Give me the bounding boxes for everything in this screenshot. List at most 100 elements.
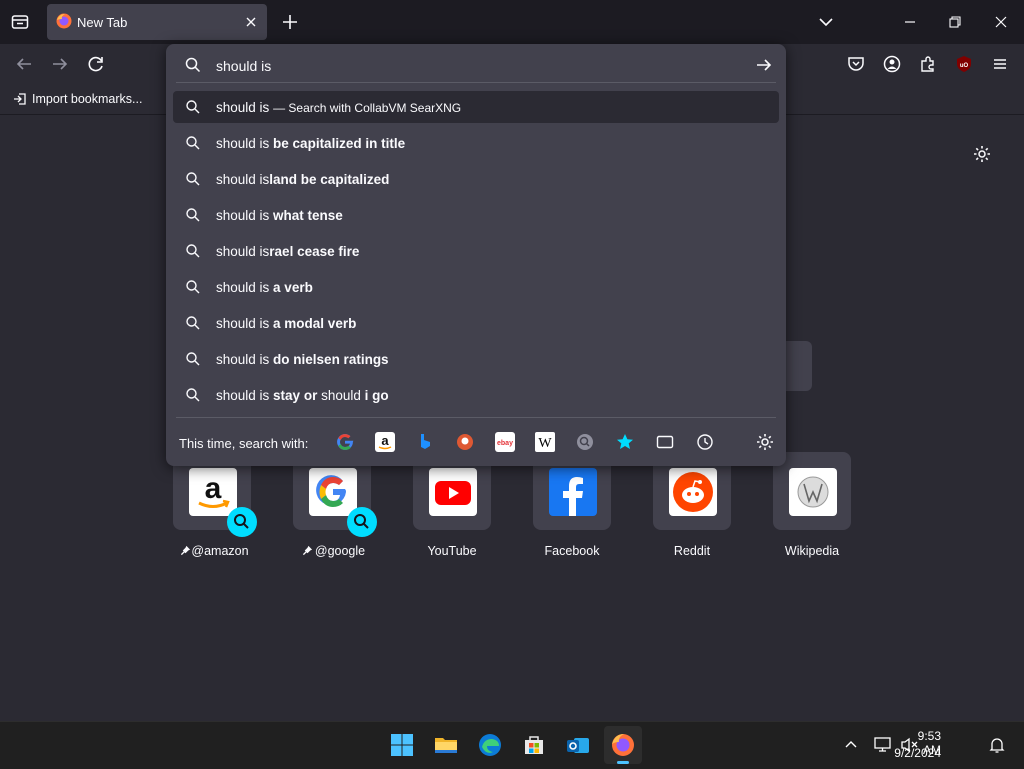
- one-off-duckduckgo[interactable]: [455, 432, 475, 452]
- app-menu-button[interactable]: [990, 54, 1010, 74]
- tab-new-tab[interactable]: New Tab: [47, 4, 267, 40]
- one-off-bookmarks[interactable]: [615, 432, 635, 452]
- new-tab-button[interactable]: [280, 12, 300, 32]
- suggestion-text: should is do nielsen ratings: [216, 352, 389, 367]
- arrow-left-icon: [16, 58, 31, 70]
- microsoft-store-button[interactable]: [522, 733, 546, 757]
- clock[interactable]: 9:53 AM 9/2/2024: [894, 722, 984, 769]
- urlbar-input[interactable]: [216, 56, 696, 76]
- suggestion-text: should is a modal verb: [216, 316, 357, 331]
- search-icon: [234, 514, 249, 529]
- search-icon: [186, 388, 200, 402]
- bing-icon: [421, 434, 430, 449]
- tab-title: New Tab: [77, 15, 128, 30]
- minimize-button[interactable]: [900, 12, 920, 32]
- svg-text:ebay: ebay: [497, 440, 513, 447]
- close-icon: [246, 17, 256, 27]
- facebook-logo-icon: [549, 468, 597, 516]
- restore-button[interactable]: [945, 12, 965, 32]
- close-tab-button[interactable]: [243, 14, 259, 30]
- search-icon: [186, 352, 200, 366]
- svg-text:uO: uO: [960, 63, 969, 69]
- account-button[interactable]: [882, 54, 902, 74]
- one-off-tabs[interactable]: [655, 432, 675, 452]
- shortcut-google[interactable]: @google: [262, 452, 402, 562]
- suggestion-row[interactable]: should is what tense: [173, 199, 779, 231]
- reload-button[interactable]: [86, 54, 106, 74]
- start-button[interactable]: [390, 733, 414, 757]
- one-off-bing[interactable]: [415, 432, 435, 452]
- one-off-google[interactable]: [335, 432, 355, 452]
- divider: [176, 417, 776, 418]
- divider: [176, 82, 776, 83]
- suggestion-row[interactable]: should is a verb: [173, 271, 779, 303]
- shortcut-tile: [773, 452, 851, 530]
- store-icon: [525, 736, 543, 754]
- file-explorer-button[interactable]: [434, 733, 458, 757]
- firefox-taskbar-button[interactable]: [604, 726, 642, 764]
- extensions-button[interactable]: [918, 54, 938, 74]
- arrow-right-icon: [53, 58, 68, 70]
- show-hidden-icons-button[interactable]: [842, 736, 860, 754]
- firefox-view-button[interactable]: [10, 12, 30, 32]
- shortcut-reddit[interactable]: Reddit: [622, 452, 762, 562]
- hamburger-menu-icon: [994, 59, 1006, 69]
- history-icon: [697, 434, 713, 450]
- import-bookmarks-button[interactable]: Import bookmarks...: [10, 84, 150, 114]
- shortcut-label: YouTube: [427, 544, 477, 558]
- suggestion-row[interactable]: should island be capitalized: [173, 163, 779, 195]
- shortcut-youtube[interactable]: YouTube: [382, 452, 522, 562]
- personalize-settings-button[interactable]: [972, 144, 992, 164]
- import-icon: [14, 93, 26, 105]
- shortcut-wikipedia[interactable]: Wikipedia: [742, 452, 882, 562]
- tab-strip: New Tab: [0, 0, 1024, 44]
- edge-icon: [479, 734, 501, 756]
- firefox-logo-icon: [56, 13, 72, 29]
- bell-icon: [989, 738, 1005, 753]
- reddit-logo-icon: [669, 468, 717, 516]
- notifications-button[interactable]: [988, 736, 1006, 754]
- reload-icon: [88, 56, 103, 72]
- one-off-search-settings[interactable]: [755, 432, 775, 452]
- google-icon: [337, 434, 354, 450]
- forward-button[interactable]: [50, 54, 70, 74]
- restore-icon: [949, 16, 961, 28]
- gear-icon: [974, 146, 990, 162]
- suggestion-row[interactable]: should is do nielsen ratings: [173, 343, 779, 375]
- edge-button[interactable]: [478, 733, 502, 757]
- windows-start-icon: [391, 734, 413, 756]
- shortcut-label: Wikipedia: [784, 544, 840, 558]
- outlook-button[interactable]: [566, 733, 590, 757]
- suggestion-row[interactable]: should is a modal verb: [173, 307, 779, 339]
- firefox-view-icon: [11, 15, 29, 29]
- one-off-amazon[interactable]: a: [375, 432, 395, 452]
- svg-text:a: a: [205, 472, 222, 505]
- ublock-origin-button[interactable]: uO: [954, 54, 974, 74]
- suggestion-row[interactable]: should israel cease fire: [173, 235, 779, 267]
- one-off-searxng[interactable]: [575, 432, 595, 452]
- suggestion-text: should israel cease fire: [216, 244, 360, 259]
- go-button[interactable]: [754, 55, 774, 75]
- windows-taskbar: 9:53 AM 9/2/2024: [0, 721, 1024, 769]
- ublock-origin-icon: uO: [957, 56, 971, 72]
- search-shortcut-badge: [227, 507, 257, 537]
- close-window-button[interactable]: [991, 12, 1011, 32]
- one-off-wikipedia[interactable]: W: [535, 432, 555, 452]
- pocket-button[interactable]: [846, 54, 866, 74]
- puzzle-icon: [921, 56, 934, 72]
- suggestion-text: should is stay or should i go: [216, 388, 389, 403]
- suggestion-text: should island be capitalized: [216, 172, 390, 187]
- shortcut-amazon[interactable]: a @amazon: [142, 452, 282, 562]
- one-off-ebay[interactable]: ebay: [495, 432, 515, 452]
- suggestion-row[interactable]: should is be capitalized in title: [173, 127, 779, 159]
- back-button[interactable]: [14, 54, 34, 74]
- search-icon: [186, 316, 200, 330]
- list-all-tabs-button[interactable]: [816, 12, 836, 32]
- shortcut-facebook[interactable]: Facebook: [502, 452, 642, 562]
- one-off-history[interactable]: [695, 432, 715, 452]
- pocket-icon: [848, 57, 864, 71]
- network-status-button[interactable]: [873, 736, 893, 754]
- suggestion-row[interactable]: should is — Search with CollabVM SearXNG: [173, 91, 779, 123]
- suggestion-text: should is a verb: [216, 280, 313, 295]
- suggestion-row[interactable]: should is stay or should i go: [173, 379, 779, 411]
